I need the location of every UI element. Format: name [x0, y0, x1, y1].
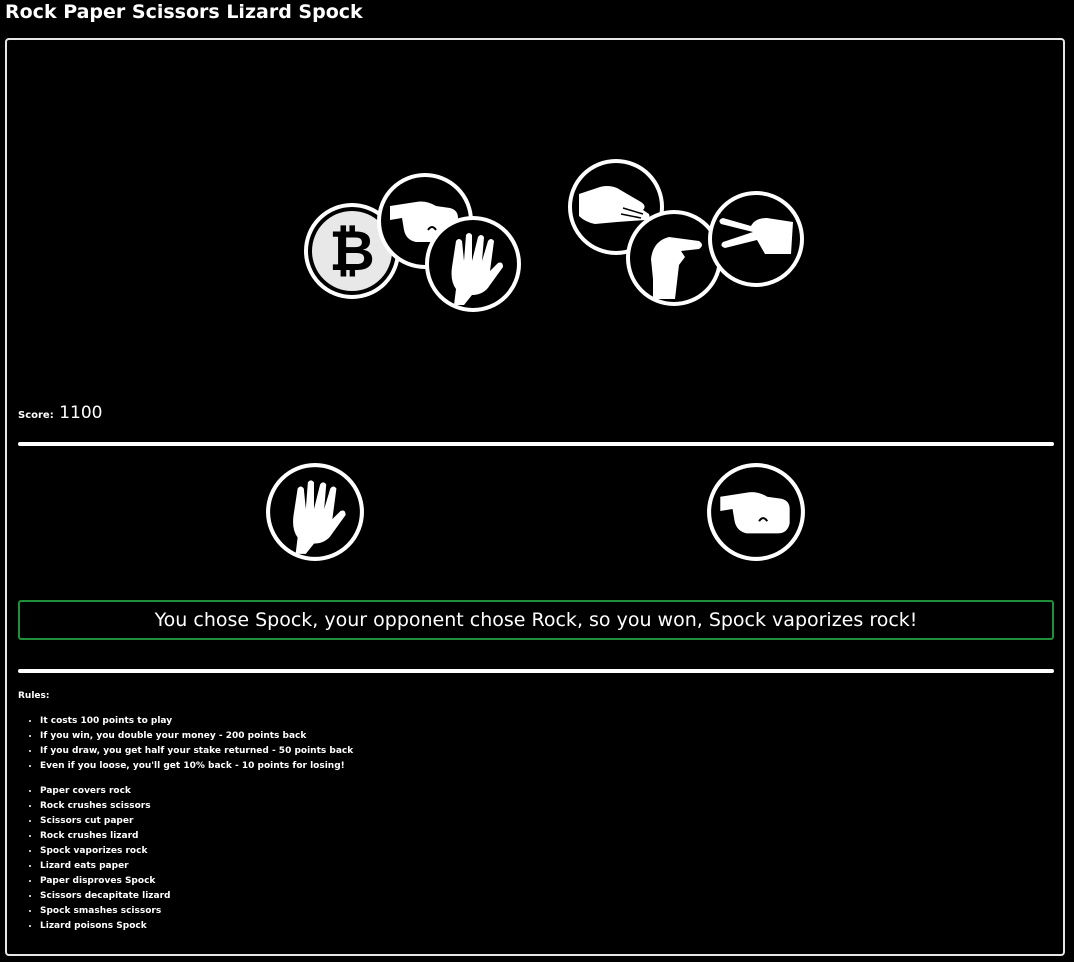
spock-hand-icon: [266, 463, 364, 561]
outcome-rules-list: Paper covers rock Rock crushes scissors …: [0, 784, 171, 934]
rock-fist-icon: [707, 463, 805, 561]
score-label: Score:: [18, 410, 54, 421]
payout-rules-list: It costs 100 points to play If you win, …: [0, 714, 353, 774]
scissors-hand-icon: [708, 191, 804, 287]
list-item: It costs 100 points to play: [40, 714, 353, 729]
spock-hand-icon: [425, 216, 521, 312]
score: Score: 1100: [18, 403, 102, 423]
list-item: Scissors cut paper: [40, 814, 171, 829]
player-choice: [265, 462, 365, 562]
score-value: 1100: [59, 403, 103, 423]
divider: [18, 669, 1054, 673]
opponent-choice: [706, 462, 806, 562]
list-item: Rock crushes scissors: [40, 799, 171, 814]
result-message: You chose Spock, your opponent chose Roc…: [18, 600, 1054, 640]
list-item: If you win, you double your money - 200 …: [40, 729, 353, 744]
list-item: Lizard eats paper: [40, 859, 171, 874]
rules-heading: Rules:: [18, 691, 50, 701]
svg-text:₿: ₿: [329, 219, 375, 284]
list-item: Even if you loose, you'll get 10% back -…: [40, 759, 353, 774]
page-title: Rock Paper Scissors Lizard Spock: [5, 1, 363, 23]
divider: [18, 442, 1054, 446]
list-item: If you draw, you get half your stake ret…: [40, 744, 353, 759]
choice-scissors-button[interactable]: [707, 190, 805, 288]
list-item: Scissors decapitate lizard: [40, 889, 171, 904]
list-item: Paper disproves Spock: [40, 874, 171, 889]
list-item: Paper covers rock: [40, 784, 171, 799]
list-item: Rock crushes lizard: [40, 829, 171, 844]
list-item: Spock vaporizes rock: [40, 844, 171, 859]
list-item: Spock smashes scissors: [40, 904, 171, 919]
list-item: Lizard poisons Spock: [40, 919, 171, 934]
choice-spock-button[interactable]: [424, 215, 522, 313]
